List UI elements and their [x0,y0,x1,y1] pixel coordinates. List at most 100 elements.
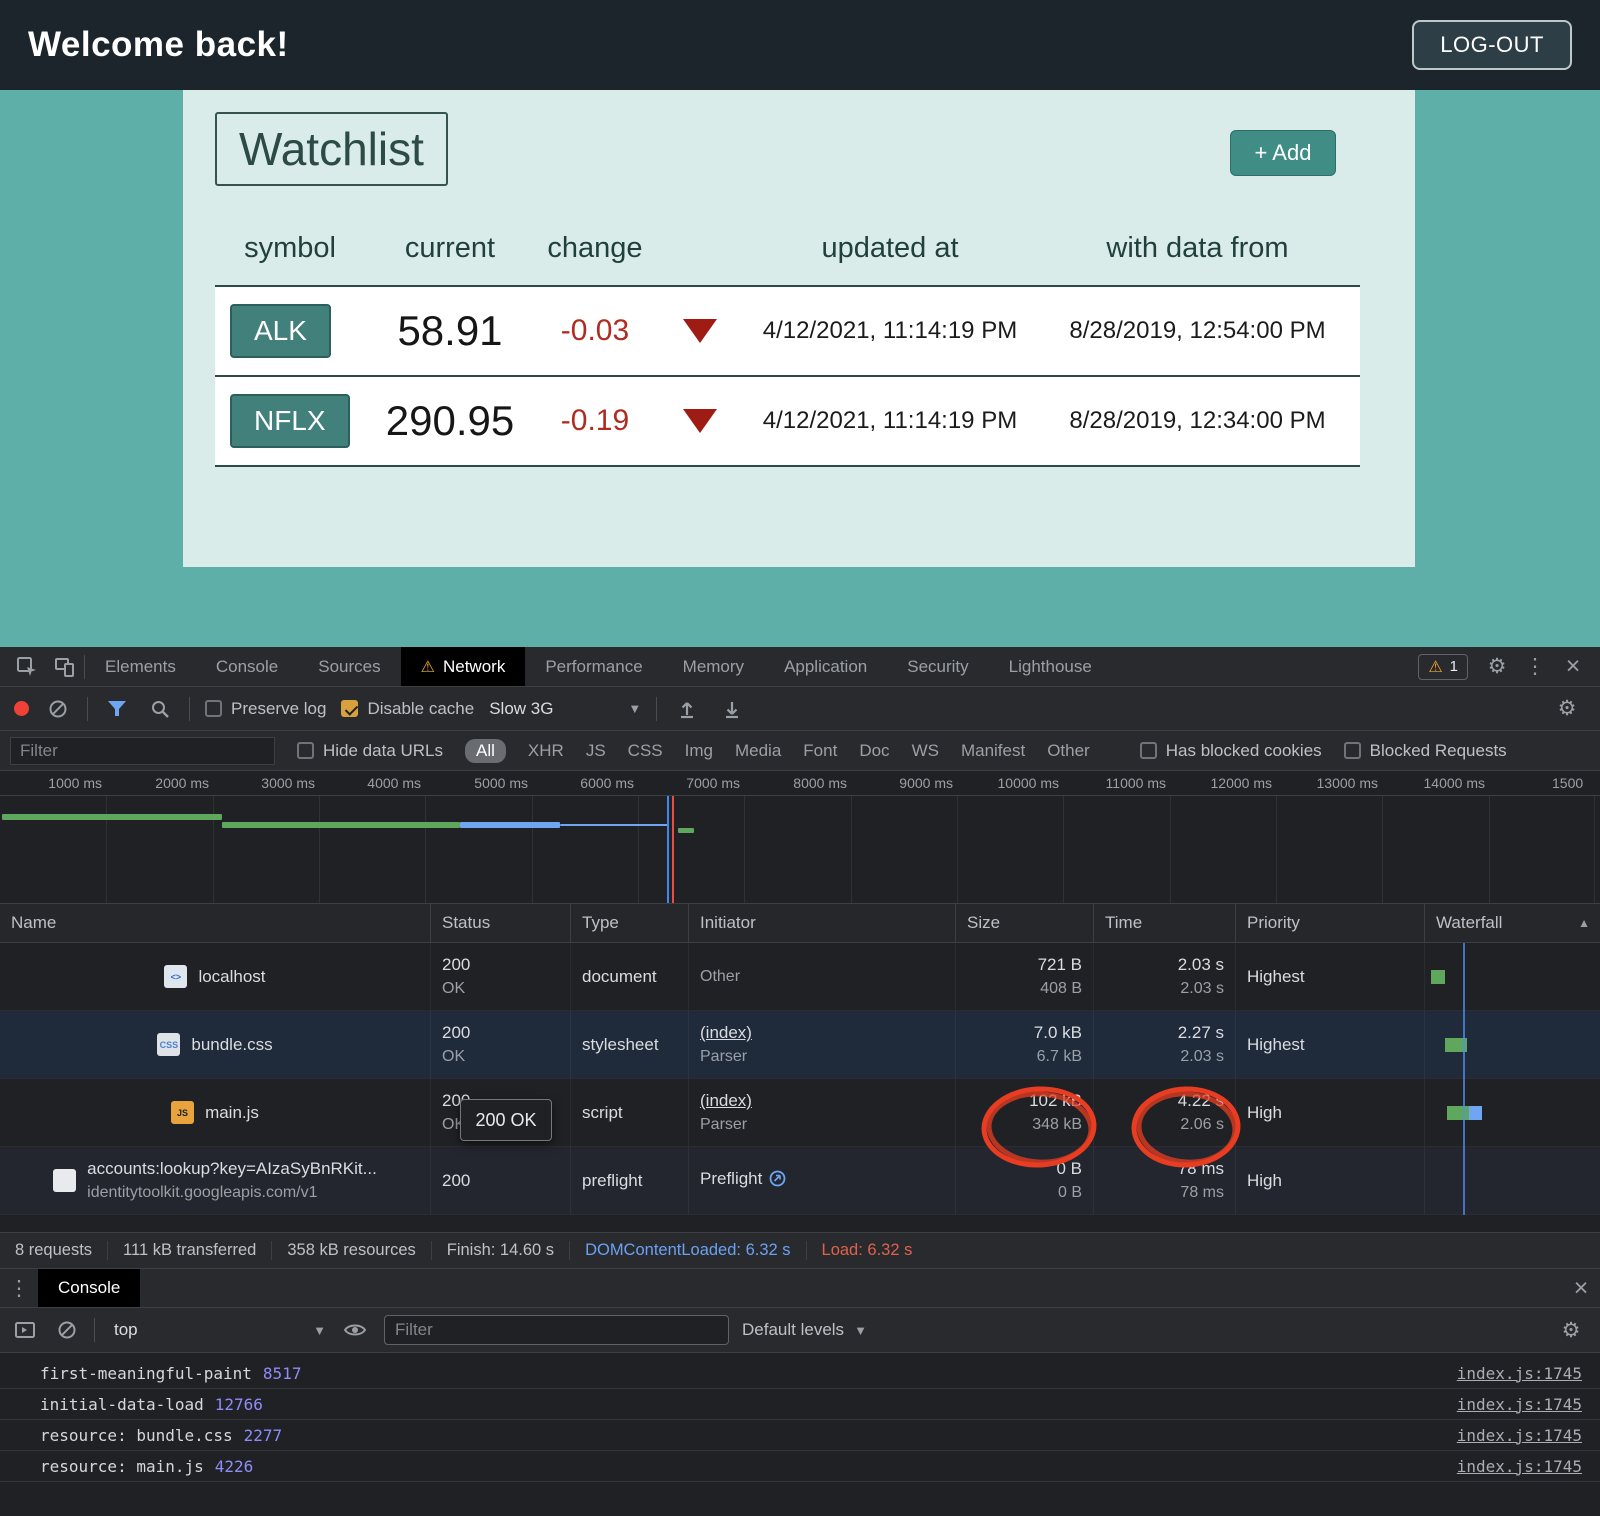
eye-icon[interactable] [339,1308,371,1352]
console-settings-icon[interactable]: ⚙ [1552,1308,1590,1352]
console-sidebar-toggle-icon[interactable] [10,1308,40,1352]
tab-application[interactable]: Application [764,647,887,686]
size-sub: 408 B [1040,980,1082,998]
console-log-row: initial-data-load 12766 index.js:1745 [0,1389,1600,1420]
console-filter-input[interactable] [384,1315,729,1345]
network-filter-input[interactable] [10,737,275,765]
column-header-waterfall[interactable]: Waterfall ▲ [1424,904,1600,942]
log-source-link[interactable]: index.js:1745 [1457,1457,1582,1476]
column-header-data-from: with data from [1035,232,1360,265]
drawer-menu-icon[interactable]: ⋮ [0,1269,38,1307]
throttling-select[interactable]: Slow 3G ▼ [489,699,641,719]
inspect-element-icon[interactable] [8,647,46,686]
column-header-current: current [365,232,535,265]
column-header-initiator[interactable]: Initiator [688,904,955,942]
watchlist-title-box: Watchlist [215,112,448,186]
timeline-gridline [1489,796,1490,903]
type-filter-js[interactable]: JS [586,741,606,761]
timeline-gridline [1063,796,1064,903]
initiator-link[interactable]: Preflight [700,1169,944,1192]
network-row-bundle-css[interactable]: CSS bundle.css 200 OK stylesheet (index)… [0,1011,1600,1079]
network-row-accounts-lookup[interactable]: accounts:lookup?key=AIzaSyBnRKit... iden… [0,1147,1600,1215]
type-filter-media[interactable]: Media [735,741,781,761]
tab-lighthouse[interactable]: Lighthouse [989,647,1112,686]
watchlist-table: ALK 58.91 -0.03 4/12/2021, 11:14:19 PM 8… [215,285,1360,467]
column-header-priority[interactable]: Priority [1235,904,1424,942]
column-header-time[interactable]: Time [1093,904,1235,942]
type-filter-other[interactable]: Other [1047,741,1090,761]
record-button[interactable] [14,701,29,716]
initiator-value: Other [700,968,944,986]
initiator-link[interactable]: (index) [700,1091,944,1111]
tab-console-drawer[interactable]: Console [38,1269,140,1307]
waterfall-bar [1469,1106,1482,1120]
column-header-name[interactable]: Name [0,904,430,942]
device-toolbar-icon[interactable] [46,647,84,686]
type-filter-xhr[interactable]: XHR [528,741,564,761]
log-levels-select[interactable]: Default levels ▼ [742,1320,867,1340]
devtools-tabbar: Elements Console Sources ⚠ Network Perfo… [0,647,1600,687]
initiator-link[interactable]: (index) [700,1023,944,1043]
requests-count: 8 requests [0,1241,108,1260]
type-filter-manifest[interactable]: Manifest [961,741,1025,761]
settings-gear-icon[interactable]: ⚙ [1478,647,1516,686]
finish-time: Finish: 14.60 s [432,1241,570,1260]
size-value: 102 kB [1029,1091,1082,1111]
blocked-requests-checkbox[interactable] [1344,742,1361,759]
preserve-log-checkbox[interactable] [205,700,222,717]
timeline-overview[interactable]: 1000 ms 2000 ms 3000 ms 4000 ms 5000 ms … [0,771,1600,904]
request-name: localhost [198,967,265,987]
symbol-badge[interactable]: ALK [230,304,331,358]
issues-badge[interactable]: ⚠ 1 [1418,654,1468,680]
tab-sources[interactable]: Sources [298,647,400,686]
type-filter-all[interactable]: All [465,739,506,763]
import-har-icon[interactable] [672,687,702,730]
execution-context-select[interactable]: top ▼ [108,1320,326,1340]
filter-funnel-icon[interactable] [103,687,131,730]
has-blocked-cookies-checkbox[interactable] [1140,742,1157,759]
column-header-type[interactable]: Type [570,904,688,942]
log-source-link[interactable]: index.js:1745 [1457,1426,1582,1445]
tab-console[interactable]: Console [196,647,298,686]
type-filter-doc[interactable]: Doc [859,741,889,761]
more-menu-icon[interactable]: ⋮ [1516,647,1554,686]
network-row-localhost[interactable]: <> localhost 200 OK document Other 721 B… [0,943,1600,1011]
clear-network-icon[interactable] [44,687,72,730]
size-value: 7.0 kB [1034,1023,1082,1043]
priority-value: High [1247,1103,1413,1123]
column-header-size[interactable]: Size [955,904,1093,942]
type-filter-ws[interactable]: WS [912,741,939,761]
tab-network[interactable]: ⚠ Network [401,647,526,686]
timeline-gridline [213,796,214,903]
status-code: 200 [442,1171,559,1191]
log-source-link[interactable]: index.js:1745 [1457,1395,1582,1414]
tab-performance[interactable]: Performance [525,647,662,686]
dcl-marker-line [667,796,669,903]
close-devtools-icon[interactable]: × [1554,647,1592,686]
search-icon[interactable] [146,687,174,730]
drawer-close-icon[interactable]: × [1562,1269,1600,1307]
log-source-link[interactable]: index.js:1745 [1457,1364,1582,1383]
network-settings-icon[interactable]: ⚙ [1548,687,1586,730]
add-button[interactable]: + Add [1230,130,1336,176]
timeline-tick: 4000 ms [335,775,421,791]
log-value: 8517 [263,1364,302,1383]
console-clear-icon[interactable] [53,1308,81,1352]
sort-asc-icon: ▲ [1578,916,1590,930]
logout-button[interactable]: LOG-OUT [1412,20,1572,70]
type-filter-css[interactable]: CSS [628,741,663,761]
timeline-tick: 1000 ms [16,775,102,791]
tab-memory[interactable]: Memory [663,647,764,686]
disable-cache-checkbox[interactable] [341,700,358,717]
type-filter-img[interactable]: Img [685,741,713,761]
network-row-main-js[interactable]: JS main.js 200 OK script (index) Parser … [0,1079,1600,1147]
type-filter-font[interactable]: Font [803,741,837,761]
export-har-icon[interactable] [717,687,747,730]
time-sub: 2.06 s [1180,1116,1224,1134]
hide-data-urls-checkbox[interactable] [297,742,314,759]
symbol-badge[interactable]: NFLX [230,394,350,448]
request-name: main.js [205,1103,259,1123]
tab-security[interactable]: Security [887,647,988,686]
column-header-status[interactable]: Status [430,904,570,942]
tab-elements[interactable]: Elements [85,647,196,686]
